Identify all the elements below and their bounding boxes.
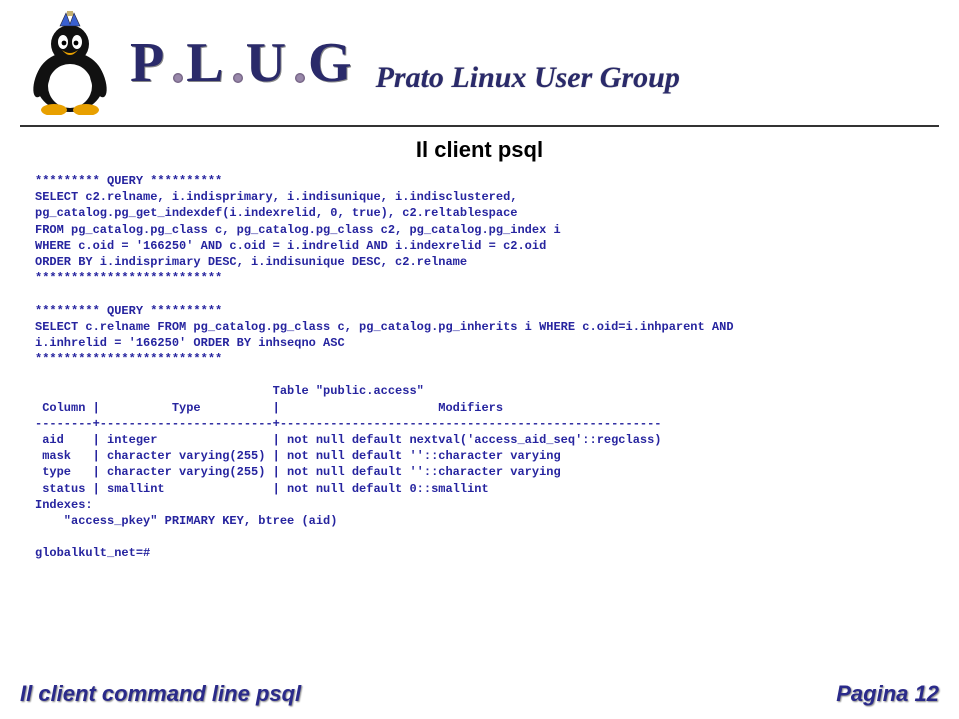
footer-page-label: Pagina [836,681,908,706]
logo-subtitle: Prato Linux User Group [376,61,680,95]
header: PLUG Prato Linux User Group [0,0,959,125]
code-block: ********* QUERY ********** SELECT c2.rel… [35,173,924,562]
content-area: Il client psql ********* QUERY *********… [0,133,959,562]
header-divider [20,125,939,127]
slide-title: Il client psql [35,137,924,163]
footer: Il client command line psql Pagina 12 [20,681,939,707]
logo-text-area: PLUG Prato Linux User Group [130,31,939,95]
footer-page-number: 12 [915,681,939,706]
logo-text: PLUG [130,31,358,95]
logo-title-row: PLUG Prato Linux User Group [130,31,939,95]
penguin-logo-icon [20,10,120,115]
footer-right: Pagina 12 [836,681,939,707]
footer-left: Il client command line psql [20,681,301,707]
